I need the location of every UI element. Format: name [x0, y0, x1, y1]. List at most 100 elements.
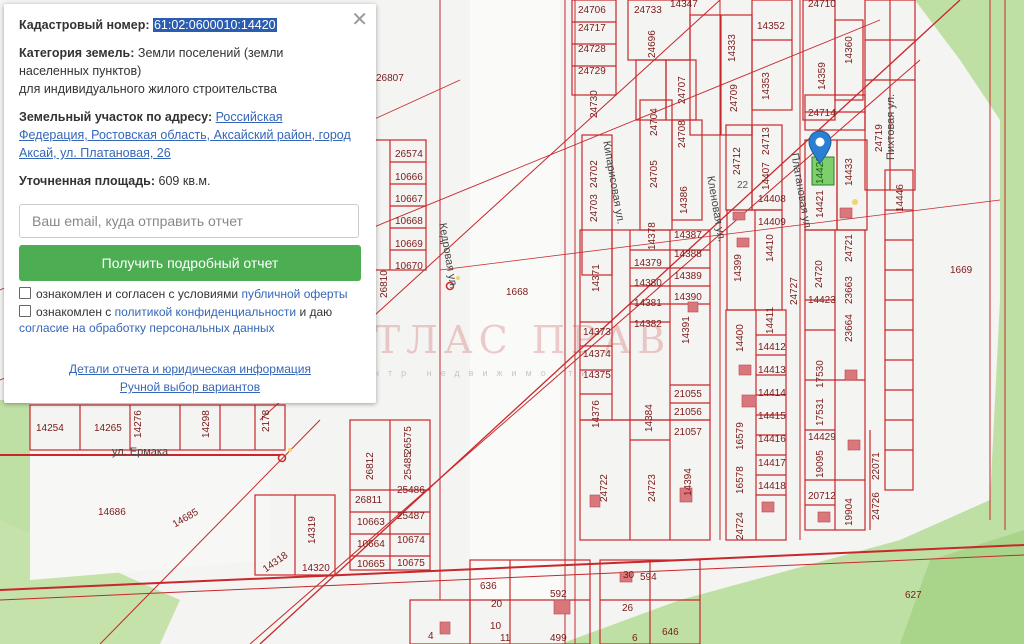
parcel-label: 11 [500, 633, 511, 644]
parcel-label: 14433 [844, 158, 855, 186]
area-label: Уточненная площадь: [19, 174, 156, 188]
privacy-policy-link[interactable]: политикой конфиденциальности [115, 305, 296, 319]
parcel-label: 14409 [758, 217, 786, 228]
parcel-label: 24727 [789, 277, 800, 305]
public-offer-link[interactable]: публичной оферты [241, 287, 347, 301]
parcel-label: 14415 [758, 411, 786, 422]
parcel-label: 25486 [397, 485, 425, 496]
land-category-label: Категория земель: [19, 46, 135, 60]
parcel-label: 14416 [758, 434, 786, 445]
watermark-subtitle: центр недвижимости [346, 368, 596, 378]
parcel-label: 1669 [950, 265, 973, 276]
parcel-label: 25485 [403, 452, 414, 480]
parcel-label: 24703 [589, 194, 600, 222]
parcel-label: 14333 [727, 34, 738, 62]
parcel-label: 10675 [397, 558, 425, 569]
parcel-label: 10668 [395, 216, 423, 227]
parcel-label: 14353 [761, 72, 772, 100]
parcel-label: 24726 [871, 492, 882, 520]
parcel-label: 14376 [591, 400, 602, 428]
parcel-label: 24708 [677, 120, 688, 148]
parcel-label: 14347 [670, 0, 698, 10]
report-details-link[interactable]: Детали отчета и юридическая информация [69, 362, 311, 376]
parcel-label: 24729 [578, 66, 606, 77]
parcel-label: 14319 [307, 516, 318, 544]
close-icon[interactable]: ✕ [351, 8, 368, 30]
parcel-label: 20 [491, 599, 503, 610]
parcel-label: 14421 [815, 190, 826, 218]
parcel-label: 14298 [201, 410, 212, 438]
parcel-label: 14380 [634, 278, 662, 289]
parcel-label: 24696 [647, 30, 658, 58]
parcel-label: 24710 [808, 0, 836, 10]
parcel-label: 24709 [729, 84, 740, 112]
watermark-logo: АТЛАС ПРАВ [340, 318, 672, 362]
parcel-label: 14400 [735, 324, 746, 352]
parcel-label: 14386 [679, 186, 690, 214]
parcel-label: 1668 [506, 287, 529, 298]
parcel-label: 17530 [815, 360, 826, 388]
parcel-label: 26810 [379, 270, 390, 298]
parcel-label: 21057 [674, 427, 702, 438]
parcel-label: 21055 [674, 389, 702, 400]
address-link[interactable]: Российская [216, 110, 283, 124]
parcel-label: 16578 [735, 466, 746, 494]
parcel-label: 26811 [355, 495, 383, 506]
address-link[interactable]: Федерация, Ростовская область, Аксайский… [19, 128, 351, 142]
privacy-consent-checkbox[interactable] [19, 305, 31, 317]
parcel-label: 16579 [735, 422, 746, 450]
parcel-label: 636 [480, 581, 497, 592]
parcel-label: 10667 [395, 194, 423, 205]
land-category-row: Категория земель: Земли поселений (земли… [19, 44, 369, 98]
parcel-label: 14423 [808, 295, 836, 306]
cadastral-number-label: Кадастровый номер: [19, 18, 150, 32]
parcel-label: 14394 [683, 468, 694, 496]
cadastral-number-value[interactable]: 61:02:0600010:14420 [152, 18, 277, 32]
parcel-label: 14413 [758, 365, 786, 376]
parcel-label: 14414 [758, 388, 786, 399]
offer-consent-row: ознакомлен и согласен с условиями публич… [19, 286, 347, 302]
personal-data-consent-link[interactable]: согласие на обработку персональных данны… [19, 321, 275, 335]
offer-consent-checkbox[interactable] [19, 287, 31, 299]
parcel-label: 14254 [36, 423, 64, 434]
land-category-value-line3: для индивидуального жилого строительства [19, 82, 277, 96]
parcel-label: 14360 [844, 36, 855, 64]
parcel-label: 24724 [735, 512, 746, 540]
parcel-label: 26575 [403, 426, 414, 454]
parcel-label: 23663 [844, 276, 855, 304]
location-marker-icon[interactable] [808, 130, 832, 164]
parcel-label: 14276 [133, 410, 144, 438]
parcel-label: 14429 [808, 432, 836, 443]
parcel-label: 23664 [844, 314, 855, 342]
parcel-label: 14384 [644, 404, 655, 432]
get-report-button[interactable]: Получить подробный отчет [19, 245, 361, 281]
parcel-label: 10670 [395, 261, 423, 272]
parcel-label: 594 [640, 572, 657, 583]
parcel-label: 14390 [674, 292, 702, 303]
street-pikhtovaya: Пихтовая ул. [885, 93, 897, 160]
parcel-label: 10665 [357, 559, 385, 570]
parcel-label: 26574 [395, 149, 423, 160]
parcel-label: 24721 [844, 234, 855, 262]
parcel-label: 14391 [681, 316, 692, 344]
parcel-label: 14408 [758, 194, 786, 205]
address-link[interactable]: Аксай, ул. Платановая, 26 [19, 146, 171, 160]
parcel-label: 24728 [578, 44, 606, 55]
manual-selection-link[interactable]: Ручной выбор вариантов [120, 380, 260, 394]
parcel-label: 10664 [357, 539, 385, 550]
email-input[interactable] [19, 204, 359, 238]
parcel-label: 14686 [98, 507, 126, 518]
land-category-value-line2: населенных пунктов) [19, 64, 142, 78]
parcel-label: 6 [632, 633, 638, 644]
parcel-label: 24702 [589, 160, 600, 188]
parcel-label: 24707 [677, 76, 688, 104]
parcel-label: 24733 [634, 5, 662, 16]
parcel-label: 14399 [733, 254, 744, 282]
parcel-label: 627 [905, 590, 922, 601]
parcel-label: 19904 [844, 498, 855, 526]
parcel-label: 14379 [634, 258, 662, 269]
parcel-label: 24723 [647, 474, 658, 502]
parcel-label: 10674 [397, 535, 425, 546]
cadastral-number-row: Кадастровый номер: 61:02:0600010:14420 [19, 16, 277, 34]
address-row: Земельный участок по адресу: Российская … [19, 108, 369, 162]
